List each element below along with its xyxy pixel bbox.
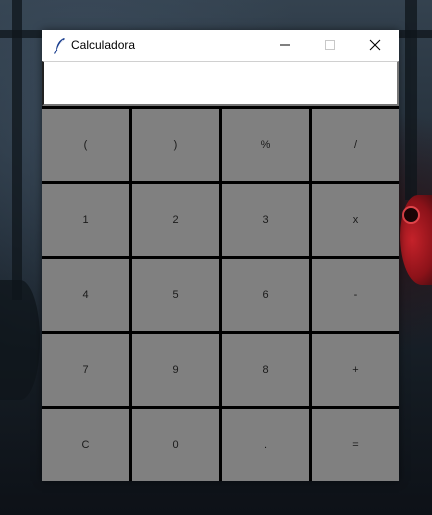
minimize-icon [279, 36, 291, 55]
key-4[interactable]: 4 [42, 259, 129, 331]
key-0[interactable]: 0 [132, 409, 219, 481]
background-red-eye [402, 206, 420, 224]
key-8[interactable]: 8 [222, 334, 309, 406]
key-1[interactable]: 1 [42, 184, 129, 256]
key-open-paren[interactable]: ( [42, 109, 129, 181]
key-3[interactable]: 3 [222, 184, 309, 256]
key-7[interactable]: 7 [42, 334, 129, 406]
calculator-window: Calculadora ( ) % / 1 2 3 x 4 5 6 - 7 9 … [42, 30, 399, 481]
close-button[interactable] [353, 30, 397, 61]
feather-icon [53, 37, 67, 54]
background-shape [12, 0, 22, 300]
key-5[interactable]: 5 [132, 259, 219, 331]
key-add[interactable]: + [312, 334, 399, 406]
key-subtract[interactable]: - [312, 259, 399, 331]
display-field[interactable] [42, 61, 399, 106]
key-6[interactable]: 6 [222, 259, 309, 331]
maximize-icon [324, 36, 336, 55]
minimize-button[interactable] [263, 30, 307, 61]
key-2[interactable]: 2 [132, 184, 219, 256]
key-divide[interactable]: / [312, 109, 399, 181]
background-shape [405, 0, 417, 200]
key-multiply[interactable]: x [312, 184, 399, 256]
keypad: ( ) % / 1 2 3 x 4 5 6 - 7 9 8 + C 0 . = [42, 109, 399, 481]
window-title: Calculadora [71, 38, 136, 52]
background-shape [0, 280, 40, 400]
key-clear[interactable]: C [42, 409, 129, 481]
key-decimal[interactable]: . [222, 409, 309, 481]
maximize-button[interactable] [308, 30, 352, 61]
key-percent[interactable]: % [222, 109, 309, 181]
title-bar[interactable]: Calculadora [42, 30, 399, 61]
key-equals[interactable]: = [312, 409, 399, 481]
key-9[interactable]: 9 [132, 334, 219, 406]
close-icon [369, 36, 381, 55]
key-close-paren[interactable]: ) [132, 109, 219, 181]
